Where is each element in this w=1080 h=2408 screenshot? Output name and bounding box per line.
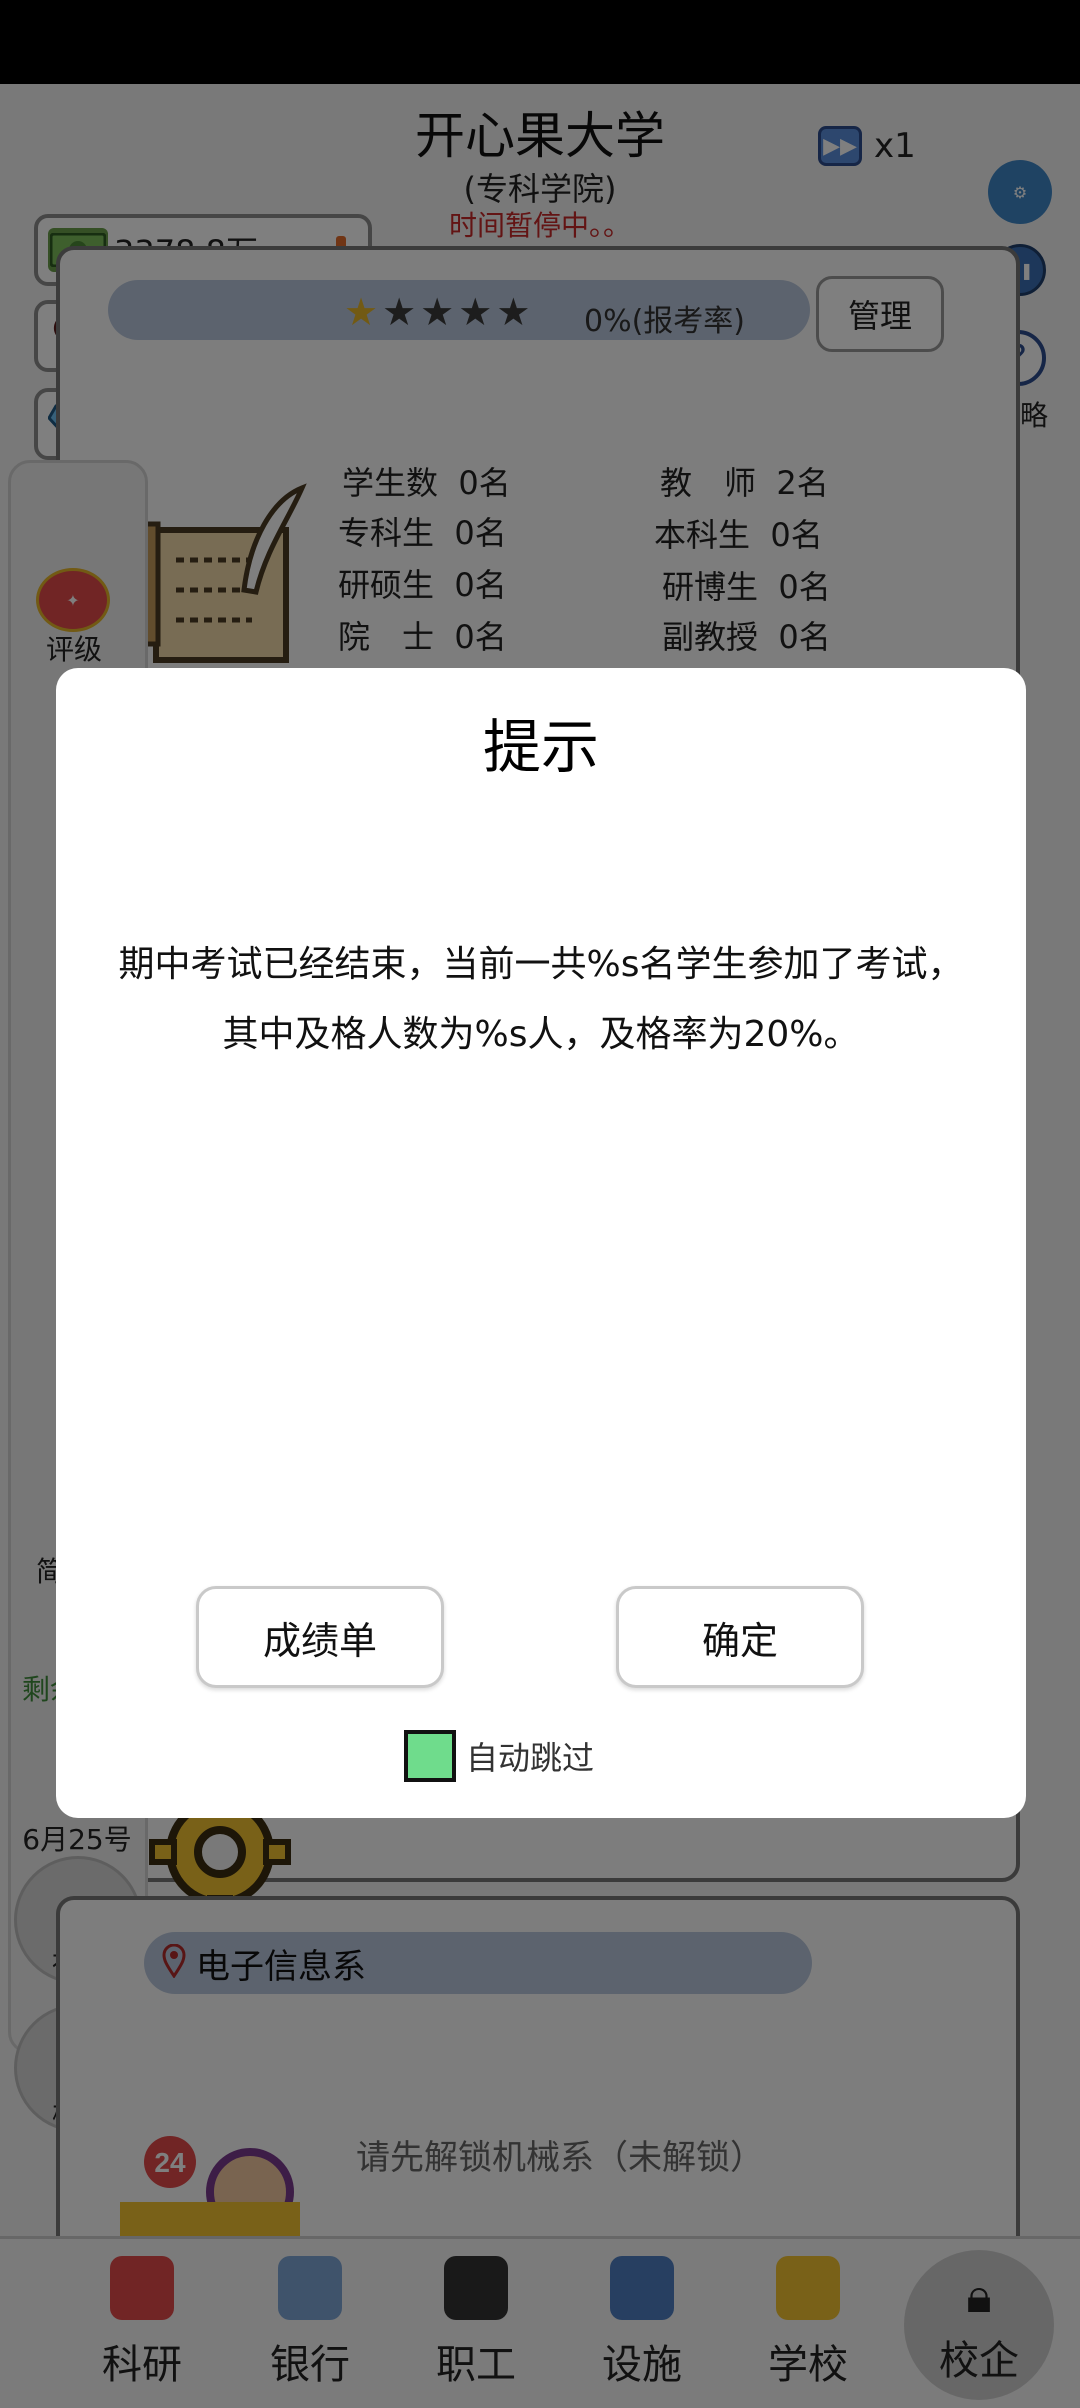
auto-skip-toggle[interactable]: 自动跳过 bbox=[404, 1730, 594, 1782]
dialog-message: 期中考试已经结束，当前一共%s名学生参加了考试， 其中及格人数为%s人，及格率为… bbox=[86, 930, 996, 1070]
exam-result-dialog: 提示 期中考试已经结束，当前一共%s名学生参加了考试， 其中及格人数为%s人，及… bbox=[56, 668, 1026, 1818]
status-bar bbox=[0, 0, 1080, 84]
report-card-button[interactable]: 成绩单 bbox=[196, 1586, 444, 1688]
auto-skip-checkbox[interactable] bbox=[404, 1730, 456, 1782]
confirm-button[interactable]: 确定 bbox=[616, 1586, 864, 1688]
dialog-message-line1: 期中考试已经结束，当前一共%s名学生参加了考试， bbox=[118, 944, 964, 985]
dialog-message-line2: 其中及格人数为%s人，及格率为20%。 bbox=[222, 1014, 860, 1055]
dialog-title: 提示 bbox=[482, 713, 599, 781]
auto-skip-label: 自动跳过 bbox=[466, 1739, 595, 1777]
